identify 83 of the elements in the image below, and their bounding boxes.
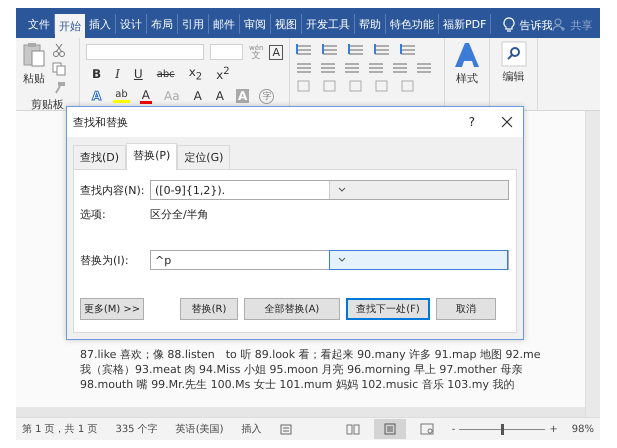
strikethrough-button[interactable]: abc	[154, 68, 177, 80]
ribbon-tab[interactable]: 开始	[55, 14, 85, 38]
status-item[interactable]: 第 1 页，共 1 页	[22, 422, 98, 436]
ribbon-tab[interactable]: 布局	[147, 14, 178, 34]
macro-icon[interactable]	[280, 423, 292, 435]
find-field[interactable]: ([0-9]{1,2}).	[150, 180, 509, 200]
align-right-icon[interactable]	[344, 61, 360, 75]
zoom-level[interactable]: 98%	[572, 424, 594, 434]
ribbon-tab[interactable]: 福新PDF	[439, 14, 492, 34]
chevron-icon[interactable]	[338, 257, 346, 263]
document-text-line: 87.like 喜欢；像 88.listen to 听 89.look 看；看起来 90.many 许多 91.map 地图 92.me	[80, 347, 542, 362]
lightbulb-icon[interactable]	[503, 17, 516, 33]
help-button[interactable]: ?	[468, 115, 475, 129]
font-format-button[interactable]: A	[214, 89, 226, 103]
ribbon-tab[interactable]: 特色功能	[386, 14, 439, 34]
replace-field[interactable]: ^p	[150, 250, 509, 270]
line-spacing-icon[interactable]	[416, 61, 432, 75]
ribbon-tab[interactable]: 开发工具	[302, 14, 355, 34]
field-label: 查找内容(N):	[80, 182, 146, 198]
bold-button[interactable]: B	[90, 67, 104, 81]
ribbon-tab[interactable]: 邮件	[209, 14, 240, 34]
font-size-field[interactable]	[210, 44, 243, 60]
options-value: 区分全/半角	[150, 206, 209, 222]
dialog-button[interactable]: 替换(R)	[180, 298, 238, 320]
styles-button[interactable]: 样式	[451, 41, 483, 86]
dialog-button[interactable]: 查找下一处(F)	[346, 298, 430, 320]
copy-icon[interactable]	[52, 62, 66, 76]
highlight-button[interactable]: ab	[113, 89, 130, 103]
search-icon	[500, 41, 526, 67]
status-item[interactable]: 英语(美国)	[176, 422, 224, 436]
numbering-icon[interactable]	[322, 43, 340, 57]
ribbon-tab[interactable]: 插入	[85, 14, 116, 34]
ribbon-tab[interactable]: 视图	[271, 14, 302, 34]
person-icon[interactable]	[552, 18, 566, 32]
scissors-icon[interactable]	[52, 43, 66, 57]
page-icon	[384, 423, 396, 435]
increase-indent-icon[interactable]	[400, 43, 418, 57]
dialog-tab[interactable]: 定位(G)	[177, 145, 230, 169]
field-label: 替换为(I):	[80, 252, 130, 268]
tell-me-link[interactable]: 告诉我	[519, 18, 552, 32]
bullets-icon[interactable]	[296, 43, 314, 57]
print-layout-button[interactable]	[374, 419, 406, 439]
letter-brush-icon	[453, 41, 481, 69]
chevron-icon[interactable]	[338, 187, 346, 193]
center-icon[interactable]	[320, 61, 336, 75]
document-text-line: 我（宾格）93.meat 肉 94.Miss 小姐 95.moon 月亮 96.morning 早上 97.mother 母亲	[80, 362, 524, 377]
web-layout-icon[interactable]	[420, 423, 434, 435]
ribbon-tab[interactable]: 帮助	[355, 14, 386, 34]
italic-button[interactable]: I	[113, 67, 122, 81]
distributed-icon[interactable]	[392, 61, 408, 75]
clipboard-icon	[22, 41, 46, 69]
options-label: 选项:	[80, 206, 107, 222]
font-format-button[interactable]: x$^{2}$	[214, 66, 232, 82]
enclose-character-button[interactable]: 字	[259, 88, 274, 104]
underline-button[interactable]: U	[132, 67, 145, 81]
dialog-tab[interactable]: 查找(D)	[73, 145, 126, 169]
dialog-title: 查找和替换	[73, 114, 129, 130]
font-name-field[interactable]	[86, 44, 204, 60]
close-icon[interactable]	[501, 116, 513, 128]
ribbon-tab[interactable]: 审阅	[240, 14, 271, 34]
align-left-icon[interactable]	[296, 61, 312, 75]
zoom-thumb[interactable]	[500, 424, 504, 434]
font-format-button[interactable]: A	[192, 89, 204, 103]
ribbon-tab[interactable]: 引用	[178, 14, 209, 34]
ribbon-tab[interactable]: 设计	[116, 14, 147, 34]
zoom-out-button[interactable]: -	[452, 424, 456, 434]
dialog-button[interactable]: 更多(M) >>	[80, 298, 144, 320]
group-label: 剪贴板	[30, 97, 65, 112]
character-border-button[interactable]: A	[269, 44, 283, 60]
justify-icon[interactable]	[368, 61, 384, 75]
dialog-button[interactable]: 取消	[436, 298, 496, 320]
document-text-line: 98.mouth 嘴 99.Mr.先生 100.Ms 女士 101.mum 妈妈 102.music 音乐 103.my 我的	[80, 377, 516, 392]
multilevel-list-icon[interactable]	[348, 43, 366, 57]
dialog-button[interactable]: 全部替换(A)	[244, 298, 340, 320]
dialog-tab[interactable]: 替换(P)	[126, 143, 178, 170]
editing-button[interactable]: 编辑	[496, 41, 531, 84]
paste-button[interactable]: 粘贴	[22, 41, 46, 86]
font-format-button[interactable]: x$_{2}$	[186, 65, 204, 83]
read-mode-icon[interactable]	[346, 423, 360, 435]
decrease-indent-icon[interactable]	[374, 43, 392, 57]
status-item[interactable]: 335 个字	[115, 422, 158, 436]
zoom-in-button[interactable]: +	[549, 424, 558, 434]
status-item[interactable]: 插入	[242, 422, 262, 436]
